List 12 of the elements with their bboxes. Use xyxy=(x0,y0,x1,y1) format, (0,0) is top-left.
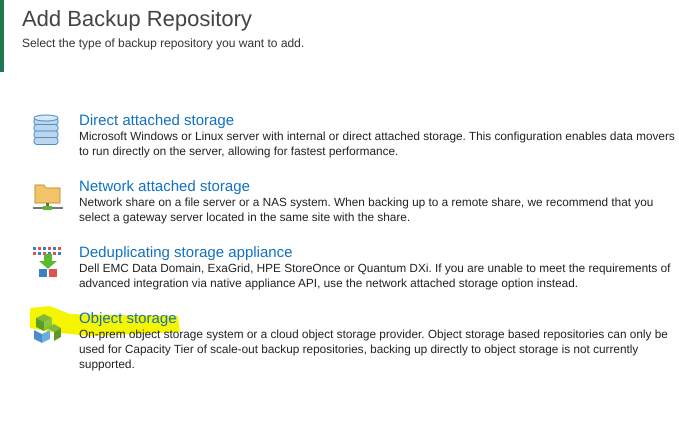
option-link[interactable]: Deduplicating storage appliance xyxy=(79,244,292,261)
deduplication-icon xyxy=(32,246,64,278)
database-icon xyxy=(32,114,60,146)
option-description: Microsoft Windows or Linux server with internal or direct attached storage. This configuration enables data movers to run directly on the server, allowing for fastest performance. xyxy=(79,129,675,159)
option-link[interactable]: Network attached storage xyxy=(79,178,250,195)
option-description: Dell EMC Data Domain, ExaGrid, HPE StoreOnce or Quantum DXi. If you are unable to meet the requirements of advanced integration via native appliance API, use the network attached storage option instead. xyxy=(79,261,672,291)
option-link[interactable]: Direct attached storage xyxy=(79,112,234,129)
accent-bar xyxy=(0,0,4,72)
dialog-subtitle: Select the type of backup repository you want to add. xyxy=(22,36,304,50)
cubes-icon xyxy=(32,312,62,344)
option-description: Network share on a file server or a NAS system. When backing up to a remote share, we recommend that you select a gateway server located in the same site with the share. xyxy=(79,195,654,225)
dialog-title: Add Backup Repository xyxy=(22,5,253,33)
